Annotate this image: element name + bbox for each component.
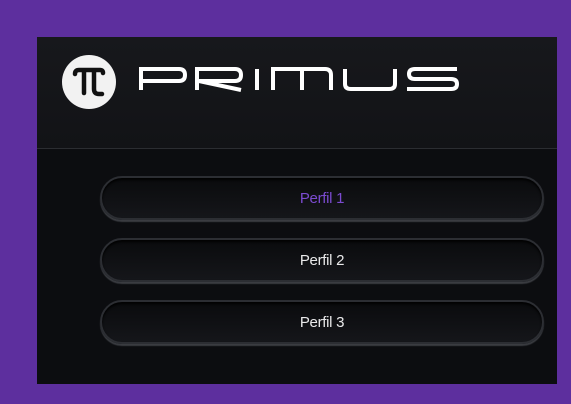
primus-logo-icon [62,55,116,109]
primus-wordmark [139,66,469,97]
header [37,37,557,149]
profile-1-button[interactable]: Perfil 1 [100,176,544,220]
profile-list: Perfil 1 Perfil 2 Perfil 3 [37,149,557,384]
profile-3-button[interactable]: Perfil 3 [100,300,544,344]
profile-2-button[interactable]: Perfil 2 [100,238,544,282]
app-panel: Perfil 1 Perfil 2 Perfil 3 [37,37,557,384]
